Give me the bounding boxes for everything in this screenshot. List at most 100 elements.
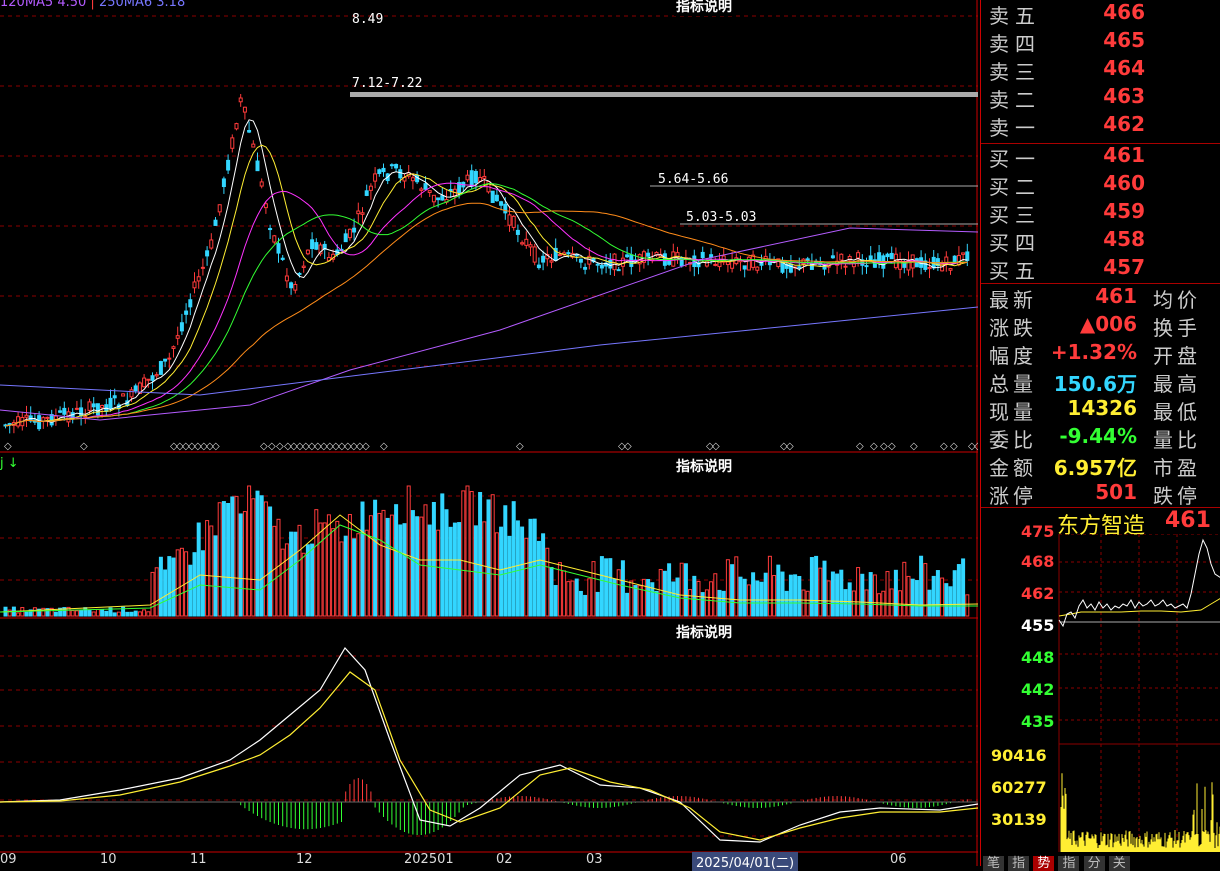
buy-label: 买三 bbox=[989, 203, 1041, 227]
volume-bar bbox=[318, 522, 323, 617]
sell-level-1[interactable]: 卖一 462 bbox=[989, 112, 1145, 140]
volume-bar bbox=[360, 501, 365, 617]
sell-level-3[interactable]: 卖三 464 bbox=[989, 56, 1145, 84]
macd-indicator-help[interactable]: 指标说明 bbox=[674, 622, 734, 642]
candle-body bbox=[234, 123, 239, 130]
volume-bar bbox=[919, 555, 924, 617]
candle-body bbox=[49, 414, 54, 426]
volume-bar bbox=[305, 544, 310, 617]
candle-body bbox=[62, 407, 67, 415]
candle-body bbox=[377, 169, 382, 174]
volume-bar bbox=[24, 611, 29, 617]
volume-bar bbox=[347, 514, 352, 617]
candle-body bbox=[347, 228, 352, 239]
tab[interactable]: 分 bbox=[1083, 856, 1105, 871]
volume-bar bbox=[276, 518, 281, 617]
ma250-line bbox=[0, 306, 978, 396]
candle-body bbox=[129, 389, 134, 398]
volume-bar bbox=[301, 552, 306, 617]
mini-vol-label: 90416 bbox=[991, 746, 1047, 765]
buy-level-4[interactable]: 买四 458 bbox=[989, 227, 1145, 255]
candle-body bbox=[154, 374, 159, 377]
volume-bar bbox=[364, 529, 369, 617]
sell-label: 卖三 bbox=[989, 60, 1041, 84]
buy-price: 461 bbox=[1103, 143, 1145, 167]
tab-active[interactable]: 势 bbox=[1033, 856, 1055, 871]
buy-label: 买一 bbox=[989, 147, 1041, 171]
signal-marker: ◇ bbox=[380, 441, 388, 452]
sell-level-5[interactable]: 卖五 466 bbox=[989, 0, 1145, 28]
sell-price: 463 bbox=[1103, 84, 1145, 108]
candle-body bbox=[289, 282, 294, 289]
main-indicator-help[interactable]: 指标说明 bbox=[674, 0, 734, 16]
buy-label: 买四 bbox=[989, 231, 1041, 255]
volume-bar bbox=[721, 590, 726, 617]
stat-row: 金额 6.957亿 市盈 bbox=[981, 452, 1220, 480]
volume-bar bbox=[125, 611, 130, 617]
kline-chart-svg[interactable]: ◇ ◇ ◇◇◇◇◇◇◇◇ ◇ ◇ ◇ ◇◇◇◇◇◇◇◇◇◇◇◇◇◇ ◇ ◇ ◇◇ ◇◇ ◇◇ ◇ ◇ ◇ ◇ ◇… bbox=[0, 0, 978, 866]
volume-bar bbox=[683, 563, 688, 617]
macd-dif-line bbox=[0, 646, 978, 843]
volume-bar bbox=[570, 580, 575, 617]
volume-bar bbox=[16, 612, 21, 617]
volume-bar bbox=[965, 594, 970, 617]
volume-bar bbox=[536, 540, 541, 617]
mini-intraday-chart[interactable] bbox=[981, 534, 1220, 852]
candle-body bbox=[360, 212, 365, 215]
candle-body bbox=[305, 249, 310, 255]
candle-body bbox=[541, 255, 546, 263]
xaxis-tick: 11 bbox=[190, 852, 207, 867]
candle-body bbox=[276, 243, 281, 254]
volume-bar bbox=[717, 589, 722, 617]
buy-price: 458 bbox=[1103, 227, 1145, 251]
volume-bar bbox=[868, 572, 873, 617]
volume-bar bbox=[175, 549, 180, 617]
candle-body bbox=[427, 190, 432, 193]
volume-bar bbox=[314, 509, 319, 617]
volume-bar bbox=[192, 552, 197, 617]
buy-level-1[interactable]: 买一 461 bbox=[989, 143, 1145, 171]
volume-bar bbox=[104, 610, 109, 617]
volume-bar bbox=[167, 556, 172, 617]
volume-bar bbox=[566, 581, 571, 617]
buy-label: 买五 bbox=[989, 259, 1041, 283]
volume-bar bbox=[234, 495, 239, 617]
volume-bar bbox=[116, 611, 121, 617]
tab[interactable]: 指 bbox=[1058, 856, 1080, 871]
signal-marker: ◇ bbox=[212, 441, 220, 452]
volume-bar bbox=[209, 525, 214, 617]
volume-bar bbox=[671, 581, 676, 617]
buy-level-3[interactable]: 买三 459 bbox=[989, 199, 1145, 227]
candle-body bbox=[549, 260, 554, 263]
buy-level-2[interactable]: 买二 460 bbox=[989, 171, 1145, 199]
signal-marker: ◇ bbox=[940, 441, 948, 452]
volume-indicator-help[interactable]: 指标说明 bbox=[674, 456, 734, 476]
volume-bar bbox=[133, 610, 138, 617]
mini-vol-label: 60277 bbox=[991, 778, 1047, 797]
stat-key: 幅度 bbox=[989, 344, 1037, 368]
signal-marker: ◇ bbox=[624, 441, 632, 452]
tab[interactable]: 关 bbox=[1108, 856, 1130, 871]
candle-body bbox=[284, 275, 289, 282]
volume-bar bbox=[591, 561, 596, 617]
stat-key: 总量 bbox=[989, 372, 1037, 396]
xaxis-tick: 10 bbox=[100, 852, 117, 867]
mini-y-label: 462 bbox=[1021, 584, 1055, 603]
kline-chart-area[interactable]: ◇ ◇ ◇ ◇ ◇ ◇ ◇ ◇ ◇ ◇ ◇ ◇ ◇ ◇ ◇ ◇ ◇ ◇ ◇ ◇ ◇ ◇ ◇ ◇ ◇ ◇ ◇ ◇ ◇ ◇ ◇ ◇ ◇ ◇ ◇ ◇ ◇ ◇ ◇ ◇… bbox=[0, 0, 978, 871]
candle-body bbox=[868, 255, 873, 261]
buy-level-5[interactable]: 买五 457 bbox=[989, 255, 1145, 283]
volume-bar bbox=[864, 589, 869, 617]
candle-body bbox=[167, 357, 172, 360]
tab[interactable]: 笔 bbox=[983, 856, 1005, 871]
volume-bar bbox=[137, 611, 142, 617]
xaxis-tick: 06 bbox=[890, 852, 907, 867]
tab[interactable]: 指 bbox=[1008, 856, 1030, 871]
sell-level-4[interactable]: 卖四 465 bbox=[989, 28, 1145, 56]
candle-body bbox=[45, 416, 50, 419]
volume-bar bbox=[83, 607, 88, 617]
sell-level-2[interactable]: 卖二 463 bbox=[989, 84, 1145, 112]
volume-bar bbox=[776, 564, 781, 617]
volume-bar bbox=[923, 563, 928, 617]
volume-bar bbox=[940, 577, 945, 617]
volume-bar bbox=[7, 609, 12, 617]
